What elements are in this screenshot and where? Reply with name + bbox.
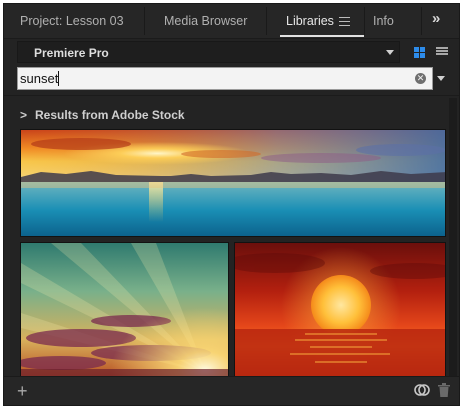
sync-icon[interactable] [414,383,430,397]
stock-thumbnail-lagoon-sunset[interactable] [20,129,446,237]
results-section-header[interactable]: > Results from Adobe Stock [20,108,185,122]
libraries-panel: Project: Lesson 03 Media Browser Librari… [3,3,460,406]
search-options-chevron-down-icon[interactable] [437,76,445,81]
library-select[interactable]: Premiere Pro [17,41,400,63]
trash-icon[interactable] [438,383,450,397]
tab-separator [266,7,267,35]
tab-separator [421,7,422,35]
search-box[interactable]: ✕ [17,67,433,90]
stock-thumbnail-red-sunset[interactable] [234,242,446,378]
search-row: ✕ [4,66,459,91]
tab-separator [364,7,365,35]
plus-icon[interactable]: + [17,381,28,402]
library-select-value: Premiere Pro [34,46,109,60]
active-tab-indicator [280,35,364,37]
results-section-title: Results from Adobe Stock [35,108,185,122]
clear-icon[interactable]: ✕ [415,73,426,84]
panel-menu-icon[interactable] [339,17,350,26]
chevron-right-icon: > [20,108,28,122]
library-toolbar: Premiere Pro [4,39,459,65]
tab-overflow-button[interactable]: » [432,10,440,27]
tab-info[interactable]: Info [373,14,394,28]
search-input[interactable] [20,69,400,88]
results-area: > Results from Adobe Stock [4,96,459,378]
list-view-icon[interactable] [436,47,448,58]
tab-project[interactable]: Project: Lesson 03 [20,14,124,28]
chevron-down-icon [386,50,394,55]
panel-tab-bar: Project: Lesson 03 Media Browser Librari… [4,4,459,39]
text-cursor [58,71,59,86]
results-scrollbar[interactable] [449,98,457,376]
tab-media-browser[interactable]: Media Browser [164,14,247,28]
stock-thumbnail-sun-rays[interactable] [20,242,229,378]
tab-separator [144,7,145,35]
panel-footer: + [4,376,459,405]
grid-view-icon[interactable] [414,47,425,58]
tab-libraries[interactable]: Libraries [286,14,334,28]
